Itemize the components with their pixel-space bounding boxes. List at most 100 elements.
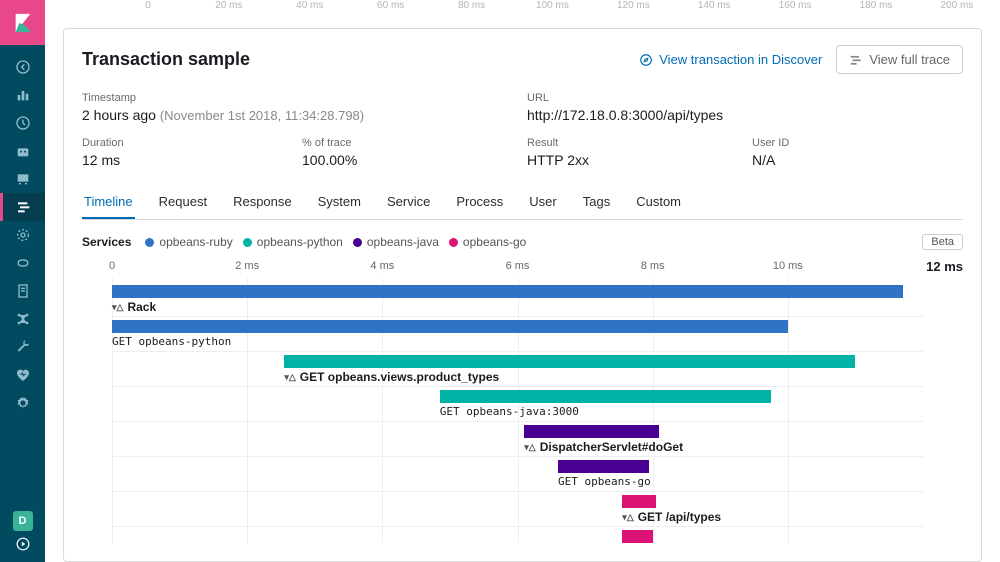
- span-label: GET opbeans.views.product_types: [300, 370, 499, 384]
- span-row[interactable]: ▾△ Rack: [112, 282, 923, 317]
- space-badge[interactable]: D: [13, 511, 33, 531]
- nav-visualize-icon[interactable]: [0, 81, 45, 109]
- userid-label: User ID: [752, 137, 963, 149]
- axis-max: 12 ms: [926, 260, 963, 274]
- fold-icon[interactable]: ▾△: [112, 302, 123, 313]
- pct-label: % of trace: [302, 137, 527, 149]
- view-in-discover-link[interactable]: View transaction in Discover: [639, 52, 822, 67]
- tab-process[interactable]: Process: [454, 186, 505, 219]
- nav-dashboard-icon[interactable]: [0, 109, 45, 137]
- legend-item[interactable]: opbeans-java: [353, 235, 439, 249]
- span-row[interactable]: GET opbeans-java:3000: [112, 387, 923, 422]
- compass-icon: [639, 53, 653, 67]
- span-row[interactable]: GET opbeans-go: [112, 457, 923, 492]
- fold-icon[interactable]: ▾△: [622, 512, 633, 523]
- legend: Services opbeans-rubyopbeans-pythonopbea…: [82, 234, 963, 250]
- tab-custom[interactable]: Custom: [634, 186, 683, 219]
- legend-dot-icon: [243, 238, 252, 247]
- legend-item-label: opbeans-java: [367, 235, 439, 249]
- span-label: GET /api/types: [638, 510, 721, 524]
- main: 020 ms40 ms60 ms80 ms100 ms120 ms140 ms1…: [45, 0, 1000, 562]
- waterfall-chart: 12 ms 02 ms4 ms6 ms8 ms10 ms ▾△RackGET o…: [82, 260, 963, 543]
- span-bar[interactable]: [440, 390, 771, 403]
- span-bar[interactable]: [112, 320, 788, 333]
- axis-tick: 8 ms: [641, 260, 665, 272]
- span-row[interactable]: ▾△DispatcherServlet#doGet: [112, 422, 923, 457]
- nav-apm-icon[interactable]: [0, 193, 45, 221]
- fold-icon[interactable]: ▾△: [284, 372, 295, 383]
- top-axis-tick: 60 ms: [366, 0, 416, 18]
- axis-tick: 6 ms: [506, 260, 530, 272]
- legend-item[interactable]: opbeans-python: [243, 235, 343, 249]
- span-label: GET opbeans-python: [112, 335, 231, 348]
- span-row[interactable]: ▾△ GET /api/types: [112, 492, 923, 527]
- top-axis-tick: 180 ms: [851, 0, 901, 18]
- nav-timelion-icon[interactable]: [0, 137, 45, 165]
- span-bar[interactable]: [112, 285, 903, 298]
- axis-tick: 0: [109, 260, 115, 272]
- tab-request[interactable]: Request: [157, 186, 209, 219]
- nav-canvas-icon[interactable]: [0, 165, 45, 193]
- tab-user[interactable]: User: [527, 186, 558, 219]
- span-bar[interactable]: [284, 355, 855, 368]
- legend-item[interactable]: opbeans-ruby: [145, 235, 232, 249]
- nav-icons: [0, 53, 45, 417]
- span-label-wrap: GET opbeans-python: [112, 335, 231, 348]
- url-label: URL: [527, 92, 963, 104]
- tab-tags[interactable]: Tags: [581, 186, 612, 219]
- trace-button-label: View full trace: [869, 52, 950, 67]
- span-bar[interactable]: [622, 530, 652, 543]
- axis-tick: 2 ms: [235, 260, 259, 272]
- kibana-logo[interactable]: [0, 0, 45, 45]
- duration-value: 12 ms: [82, 152, 302, 168]
- legend-item-label: opbeans-python: [257, 235, 343, 249]
- span-label: GET opbeans-java:3000: [440, 405, 579, 418]
- legend-item[interactable]: opbeans-go: [449, 235, 526, 249]
- transaction-panel: Transaction sample View transaction in D…: [63, 28, 982, 562]
- tab-system[interactable]: System: [316, 186, 363, 219]
- sidebar-bottom: D: [13, 511, 33, 554]
- nav-ml-icon[interactable]: [0, 221, 45, 249]
- top-axis-tick: 120 ms: [608, 0, 658, 18]
- top-axis-tick: 20 ms: [204, 0, 254, 18]
- panel-actions: View transaction in Discover View full t…: [639, 45, 963, 74]
- view-full-trace-button[interactable]: View full trace: [836, 45, 963, 74]
- url-value: http://172.18.0.8:3000/api/types: [527, 107, 963, 123]
- nav-discover-icon[interactable]: [0, 53, 45, 81]
- panel-header: Transaction sample View transaction in D…: [82, 45, 963, 74]
- span-row[interactable]: GET opbeans-python: [112, 317, 923, 352]
- nav-graph-icon[interactable]: [0, 305, 45, 333]
- nav-monitoring-icon[interactable]: [0, 361, 45, 389]
- meta-row-1: Timestamp 2 hours ago (November 1st 2018…: [82, 92, 963, 123]
- discover-link-label: View transaction in Discover: [659, 52, 822, 67]
- span-bar[interactable]: [558, 460, 649, 473]
- span-bar[interactable]: [622, 495, 656, 508]
- legend-dot-icon: [145, 238, 154, 247]
- tab-timeline[interactable]: Timeline: [82, 186, 135, 219]
- duration-cell: Duration 12 ms: [82, 137, 302, 168]
- collapse-icon[interactable]: [16, 537, 30, 554]
- span-bar[interactable]: [524, 425, 659, 438]
- legend-item-label: opbeans-go: [463, 235, 526, 249]
- span-row[interactable]: SELECT FROM product_types: [112, 527, 923, 543]
- legend-dot-icon: [353, 238, 362, 247]
- trace-icon: [849, 53, 863, 67]
- top-axis-tick: 0: [123, 0, 173, 18]
- tab-response[interactable]: Response: [231, 186, 294, 219]
- panel-title: Transaction sample: [82, 49, 250, 70]
- nav-logs-icon[interactable]: [0, 277, 45, 305]
- nav-devtools-icon[interactable]: [0, 333, 45, 361]
- span-label: Rack: [127, 300, 156, 314]
- duration-label: Duration: [82, 137, 302, 149]
- nav-infra-icon[interactable]: [0, 249, 45, 277]
- tab-service[interactable]: Service: [385, 186, 432, 219]
- timestamp-label: Timestamp: [82, 92, 527, 104]
- span-label: GET opbeans-go: [558, 475, 651, 488]
- axis-x: 12 ms 02 ms4 ms6 ms8 ms10 ms: [112, 260, 923, 278]
- result-value: HTTP 2xx: [527, 152, 752, 168]
- span-row[interactable]: ▾△ GET opbeans.views.product_types: [112, 352, 923, 387]
- fold-icon[interactable]: ▾△: [524, 442, 535, 453]
- top-axis-tick: 80 ms: [447, 0, 497, 18]
- span-label-wrap: GET opbeans-java:3000: [440, 405, 579, 418]
- nav-management-icon[interactable]: [0, 389, 45, 417]
